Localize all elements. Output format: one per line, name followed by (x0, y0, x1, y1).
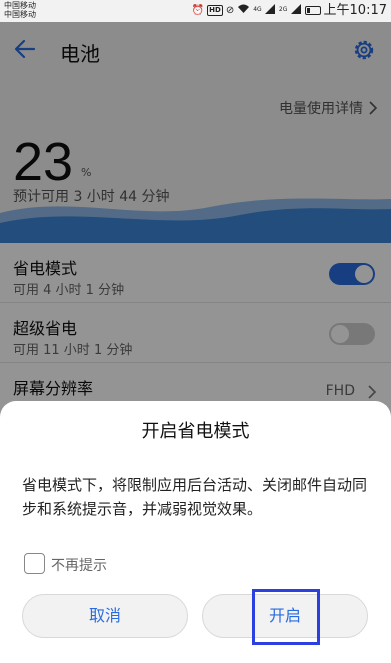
alarm-icon: ⏰ (191, 4, 205, 16)
dont-remind-label[interactable]: 不再提示 (51, 555, 107, 575)
signal-2-label: 2G (278, 5, 288, 13)
hd-badge: HD (207, 5, 223, 16)
signal-2-icon: 2G (278, 3, 302, 18)
signal-1-icon: 4G (253, 3, 276, 18)
status-bar: 中国移动 中国移动 ⏰ HD ⊘ 4G 2G 上午10:17 (0, 0, 391, 22)
power-saving-dialog: 开启省电模式 省电模式下，将限制应用后台活动、关闭邮件自动同步和系统提示音，并减… (0, 401, 391, 663)
battery-fill (306, 8, 310, 13)
battery-icon (304, 6, 321, 15)
status-icons: ⏰ HD ⊘ 4G 2G 上午10:17 (192, 2, 387, 19)
dont-remind-checkbox[interactable] (24, 553, 45, 574)
carrier-labels: 中国移动 中国移动 (4, 1, 36, 19)
cancel-button[interactable]: 取消 (22, 594, 188, 638)
highlight-box (252, 589, 320, 645)
silent-icon: ⊘ (225, 4, 235, 16)
dialog-message: 省电模式下，将限制应用后台活动、关闭邮件自动同步和系统提示音，并减弱视觉效果。 (22, 476, 368, 518)
cancel-label: 取消 (88, 606, 121, 625)
clock: 上午10:17 (323, 2, 387, 18)
wifi-icon (237, 3, 250, 18)
carrier-1: 中国移动 (4, 1, 36, 10)
signal-1-label: 4G (253, 5, 262, 13)
dialog-title: 开启省电模式 (141, 421, 250, 442)
carrier-2: 中国移动 (4, 10, 36, 19)
